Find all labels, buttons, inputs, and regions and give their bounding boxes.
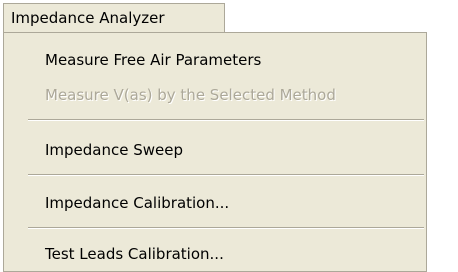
menu-title: Impedance Analyzer — [11, 9, 165, 27]
menu-item-label: Measure Free Air Parameters — [45, 51, 262, 69]
menu-separator — [28, 227, 424, 229]
menu-item-measure-free-air-parameters[interactable]: Measure Free Air Parameters — [4, 45, 426, 75]
menu-item-measure-vas: Measure V(as) by the Selected Method — [4, 80, 426, 110]
menu-separator — [28, 119, 424, 121]
menu-item-label: Measure V(as) by the Selected Method — [45, 86, 336, 104]
menu-item-impedance-calibration[interactable]: Impedance Calibration... — [4, 188, 426, 218]
dropdown-menu: Measure Free Air Parameters Measure V(as… — [3, 32, 427, 272]
menu-item-label: Impedance Calibration... — [45, 194, 230, 212]
menu-item-label: Impedance Sweep — [45, 141, 184, 159]
menu-item-test-leads-calibration[interactable]: Test Leads Calibration... — [4, 239, 426, 269]
menu-item-impedance-sweep[interactable]: Impedance Sweep — [4, 135, 426, 165]
menu-item-label: Test Leads Calibration... — [45, 245, 224, 263]
menu-impedance-analyzer[interactable]: Impedance Analyzer — [3, 3, 225, 33]
menu-separator — [28, 174, 424, 176]
